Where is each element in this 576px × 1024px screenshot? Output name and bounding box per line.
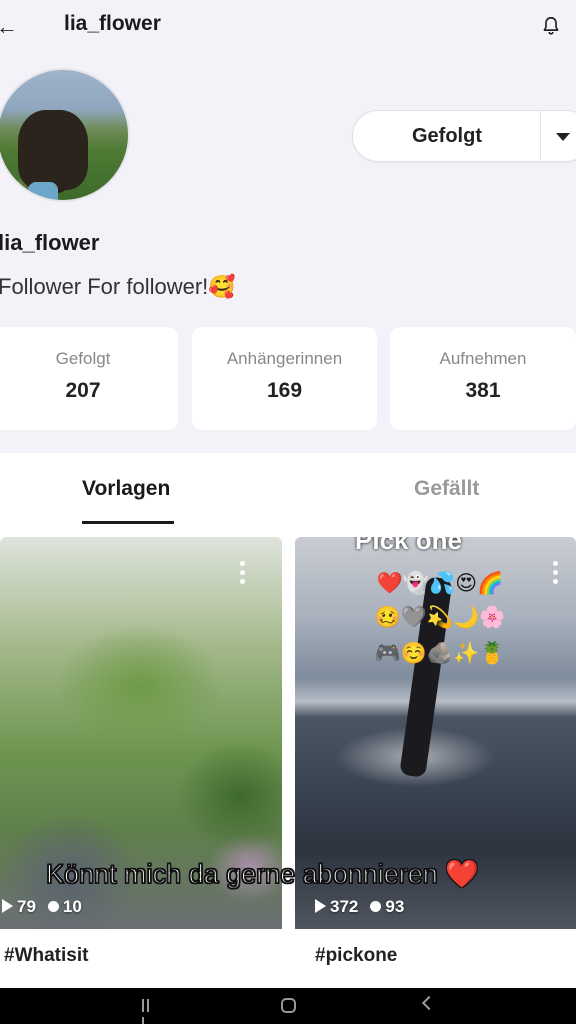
emoji-row: 🎮☺️🪨✨🍍 <box>374 641 506 665</box>
top-bar: ← lia_flower <box>0 0 576 52</box>
follow-button-divider <box>540 111 541 161</box>
emoji-row: ❤️👻💦😍🌈 <box>376 571 504 595</box>
play-count: 79 <box>17 897 36 916</box>
video-stats: 79 10 <box>2 897 82 917</box>
more-options-icon[interactable] <box>553 561 559 588</box>
video-card[interactable]: Pick one ❤️👻💦😍🌈 🥴🩶💫🌙🌸 🎮☺️🪨✨🍍 372 93 #pick… <box>295 537 576 983</box>
stat-value: 381 <box>465 379 501 402</box>
bell-icon[interactable] <box>540 14 562 38</box>
comment-icon <box>370 901 382 912</box>
content-panel: Vorlagen Gefällt 79 10 #Whatisit Pick one… <box>0 453 576 993</box>
more-options-icon[interactable] <box>240 561 246 588</box>
stat-label: Anhängerinnen <box>226 349 343 368</box>
video-caption-text: #Whatisit <box>4 945 89 966</box>
stat-following[interactable]: Gefolgt 207 <box>0 327 178 430</box>
comment-count: 10 <box>62 897 82 916</box>
home-icon[interactable] <box>281 998 296 1013</box>
comment-count: 93 <box>385 897 405 916</box>
stat-value: 207 <box>65 379 101 402</box>
play-icon <box>2 899 13 913</box>
video-caption[interactable]: #pickone <box>295 929 576 983</box>
video-caption-text: #pickone <box>315 945 398 966</box>
play-icon <box>315 899 326 913</box>
page-title: lia_flower <box>64 12 161 35</box>
video-card[interactable]: 79 10 #Whatisit <box>0 537 282 983</box>
tab-templates[interactable]: Vorlagen <box>82 477 170 501</box>
back-icon[interactable] <box>421 995 437 1011</box>
overlay-subtitle: Könnt mich da gerne abonnieren ❤️ <box>45 858 479 890</box>
emoji-row: 🥴🩶💫🌙🌸 <box>374 605 506 629</box>
avatar-shirt <box>28 182 58 200</box>
recents-icon[interactable] <box>142 999 156 1024</box>
video-stats: 372 93 <box>315 897 404 917</box>
avatar[interactable] <box>0 68 130 202</box>
stat-recordings[interactable]: Aufnehmen 381 <box>390 327 576 430</box>
tab-active-indicator <box>82 521 174 524</box>
profile-bio: Follower For follower!🥰 <box>0 274 236 299</box>
avatar-hair <box>18 110 88 190</box>
stat-value: 169 <box>266 379 303 402</box>
system-navigation-bar <box>0 988 576 1024</box>
back-arrow-icon[interactable]: ← <box>0 14 18 40</box>
play-count: 372 <box>330 897 359 916</box>
thumbnail-title: Pick one <box>355 537 462 555</box>
follow-button[interactable]: Gefolgt <box>352 110 576 162</box>
profile-username: lia_flower <box>0 230 100 255</box>
stat-label: Aufnehmen <box>439 349 527 368</box>
caret-down-icon[interactable] <box>556 133 570 141</box>
stat-followers[interactable]: Anhängerinnen 169 <box>192 327 377 430</box>
follow-button-label: Gefolgt <box>412 125 482 147</box>
tab-liked[interactable]: Gefällt <box>414 477 479 501</box>
video-caption[interactable]: #Whatisit <box>0 929 282 983</box>
comment-icon <box>47 901 59 912</box>
stat-label: Gefolgt <box>55 349 111 368</box>
